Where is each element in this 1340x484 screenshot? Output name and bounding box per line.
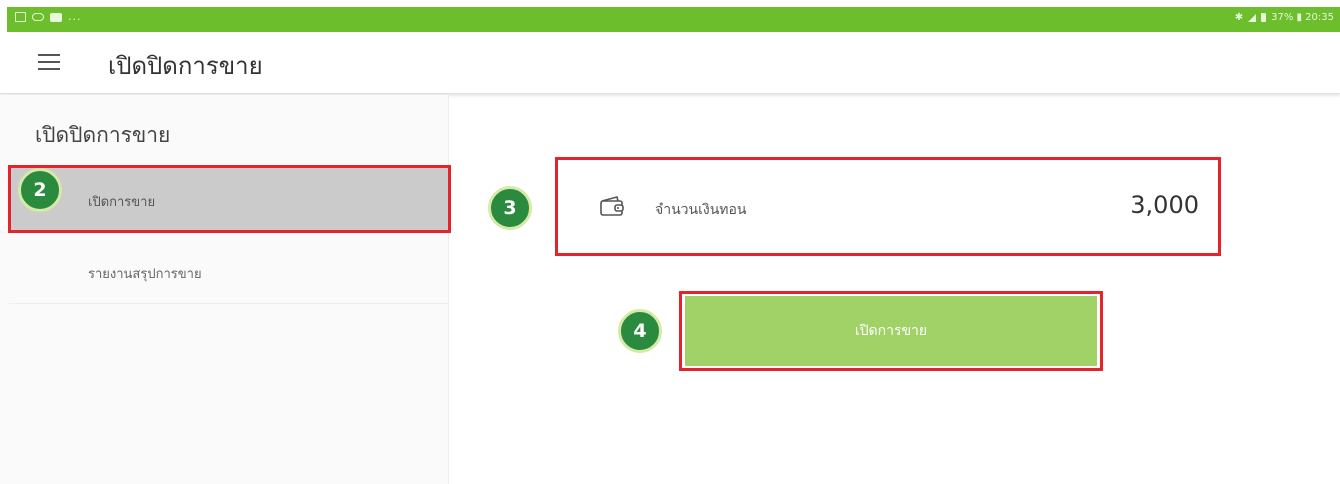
sidebar: เปิดปิดการขาย เปิดการขาย รายงานสรุปการขา… — [0, 95, 449, 484]
step-badge-3: 3 — [488, 186, 532, 230]
status-bar-time: 37% ▮ 20:35 — [1271, 12, 1334, 23]
page-title: เปิดปิดการขาย — [108, 52, 263, 80]
sidebar-item-sales-report[interactable]: รายงานสรุปการขาย — [9, 239, 448, 304]
status-bar-right: ✱ 37% ▮ 20:35 — [1235, 12, 1334, 23]
image-icon — [15, 12, 26, 22]
status-bar-left: ... — [15, 10, 82, 23]
step-badge-4: 4 — [618, 309, 662, 353]
bluetooth-icon: ✱ — [1234, 12, 1244, 23]
open-sales-button[interactable]: เปิดการขาย — [685, 296, 1097, 366]
wallet-icon — [600, 196, 624, 216]
sidebar-item-label: เปิดการขาย — [88, 195, 156, 210]
sidebar-item-label: รายงานสรุปการขาย — [88, 267, 202, 282]
link-icon — [32, 13, 44, 21]
change-cash-card[interactable]: จำนวนเงินทอน 3,000 — [565, 167, 1211, 247]
menu-icon[interactable] — [38, 54, 60, 70]
step-badge-2: 2 — [18, 168, 62, 212]
change-cash-label: จำนวนเงินทอน — [655, 202, 747, 218]
status-bar: ... ✱ 37% ▮ 20:35 — [7, 7, 1340, 32]
signal-icon — [1248, 13, 1257, 22]
sidebar-title: เปิดปิดการขาย — [35, 123, 171, 147]
change-cash-value[interactable]: 3,000 — [1130, 191, 1199, 219]
more-notifications-indicator: ... — [68, 10, 82, 23]
sidebar-item-open-sales[interactable]: เปิดการขาย — [9, 167, 448, 231]
battery-icon — [1261, 13, 1267, 22]
youtube-icon — [50, 12, 62, 22]
app-bar: เปิดปิดการขาย — [0, 32, 1340, 94]
